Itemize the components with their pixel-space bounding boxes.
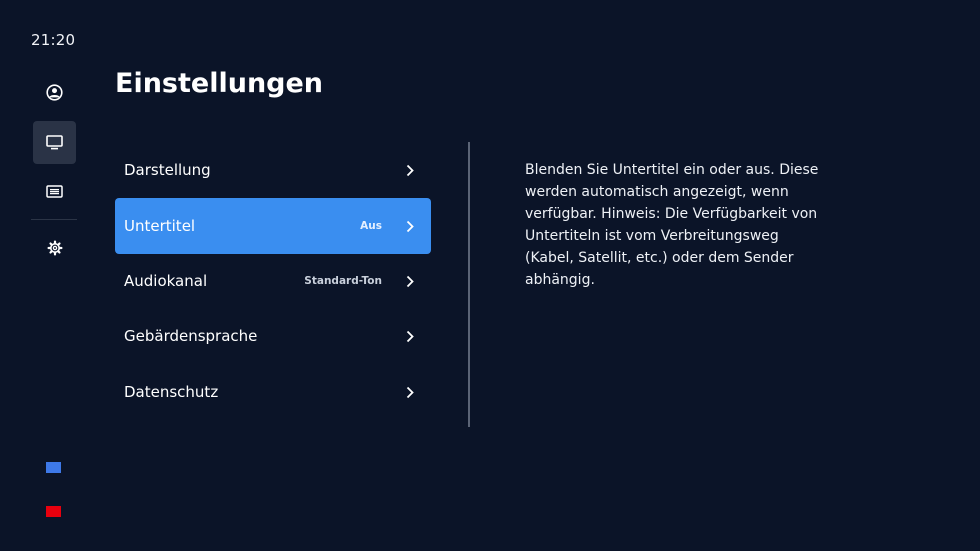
chevron-right-icon: [404, 385, 416, 399]
page-title: Einstellungen: [115, 68, 324, 99]
menu-item-label: Untertitel: [124, 217, 196, 235]
chevron-right-icon: [404, 219, 416, 233]
chevron-right-icon: [404, 274, 416, 288]
chevron-right-icon: [404, 329, 416, 343]
menu-item-audiokanal[interactable]: Audiokanal Standard-Ton: [115, 253, 431, 309]
menu-item-gebaerdensprache[interactable]: Gebärdensprache: [115, 308, 431, 364]
vertical-divider: [468, 142, 470, 427]
menu-item-label: Gebärdensprache: [124, 327, 258, 345]
menu-item-label: Audiokanal: [124, 272, 208, 290]
menu-item-darstellung[interactable]: Darstellung: [115, 142, 431, 198]
description-text: Blenden Sie Untertitel ein oder aus. Die…: [525, 162, 819, 288]
sidebar-item-account[interactable]: [33, 71, 76, 114]
menu-item-value: Standard-Ton: [304, 275, 382, 287]
sidebar-item-tv[interactable]: [33, 121, 76, 164]
menu-item-value: Aus: [360, 220, 382, 232]
clock: 21:20: [31, 31, 76, 49]
guide-list-icon: [46, 185, 63, 198]
chevron-right-icon: [404, 163, 416, 177]
gear-icon: [47, 240, 62, 255]
blue-color-key: [46, 462, 61, 473]
menu-item-datenschutz[interactable]: Datenschutz: [115, 364, 431, 420]
menu-item-label: Darstellung: [124, 161, 211, 179]
account-icon: [46, 84, 63, 101]
menu-item-label: Datenschutz: [124, 383, 219, 401]
tv-icon: [46, 135, 63, 150]
sidebar-item-settings[interactable]: [33, 226, 76, 269]
menu-item-untertitel[interactable]: Untertitel Aus: [115, 198, 431, 254]
sidebar-item-guide[interactable]: [33, 170, 76, 213]
sidebar-divider: [31, 219, 77, 220]
red-color-key: [46, 506, 61, 517]
